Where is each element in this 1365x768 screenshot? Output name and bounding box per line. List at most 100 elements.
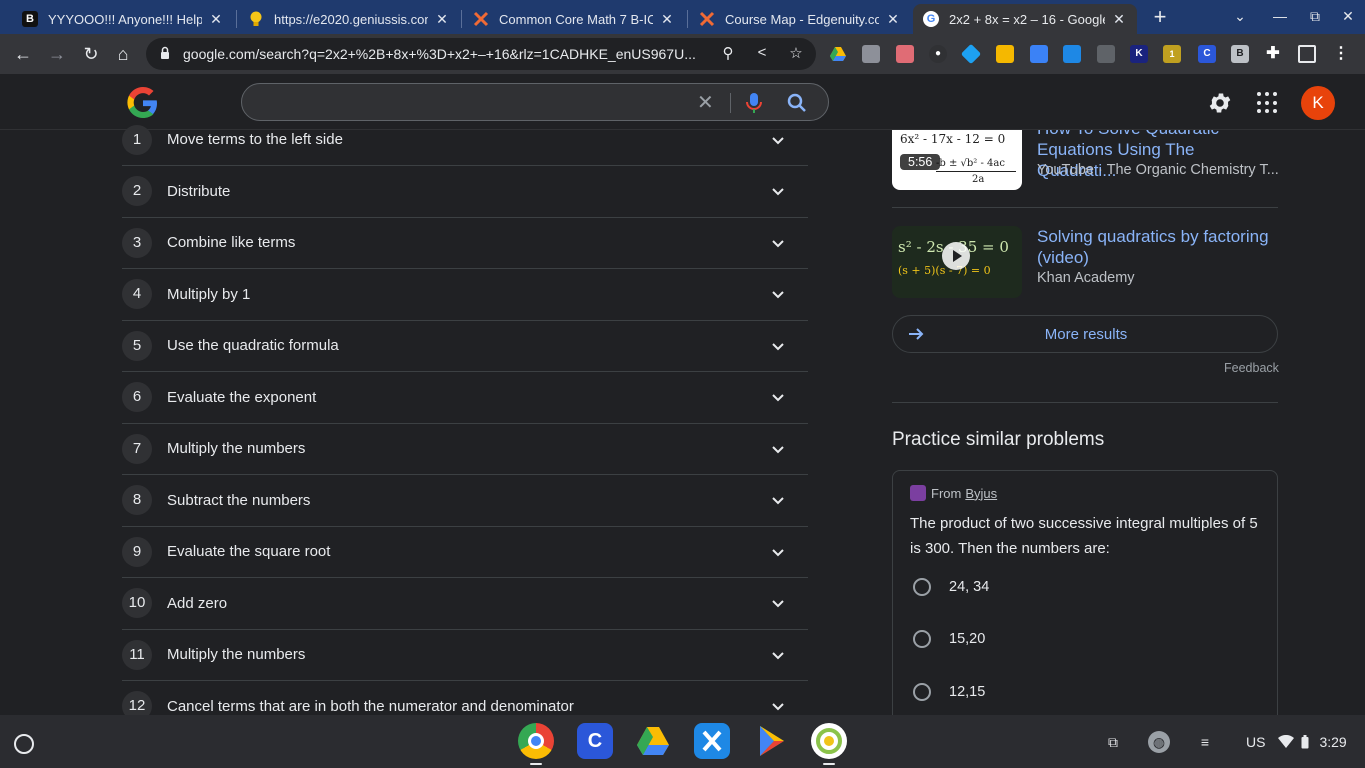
- classlink-icon[interactable]: C: [577, 723, 613, 759]
- step-row[interactable]: 9 Evaluate the square root: [122, 527, 808, 578]
- step-row[interactable]: 10 Add zero: [122, 578, 808, 630]
- extension-icon[interactable]: B: [1231, 45, 1249, 63]
- close-icon[interactable]: ✕: [434, 11, 450, 28]
- extension-icon[interactable]: [996, 45, 1014, 63]
- step-row[interactable]: 4 Multiply by 1: [122, 269, 808, 321]
- forward-arrow-icon[interactable]: →: [46, 43, 68, 65]
- step-row[interactable]: 7 Multiply the numbers: [122, 424, 808, 475]
- extension-icon[interactable]: [1030, 45, 1048, 63]
- chevron-down-icon[interactable]: [770, 595, 786, 611]
- video-title-line[interactable]: (video): [1037, 247, 1278, 268]
- video-title-line[interactable]: Solving quadratics by factoring: [1037, 226, 1278, 247]
- extension-icon[interactable]: 1: [1163, 45, 1181, 63]
- video-title[interactable]: Solving quadratics by factoring (video): [1037, 226, 1278, 268]
- address-bar[interactable]: google.com/search?q=2x2+%2B+8x+%3D+x2+–+…: [146, 38, 816, 70]
- chevron-down-icon[interactable]: [770, 286, 786, 302]
- reload-icon[interactable]: ↻: [80, 43, 102, 65]
- close-icon[interactable]: ✕: [885, 11, 901, 28]
- chevron-down-icon[interactable]: [770, 441, 786, 457]
- feedback-link[interactable]: Feedback: [1224, 361, 1279, 375]
- close-icon[interactable]: ✕: [659, 11, 675, 28]
- lock-icon[interactable]: [160, 46, 170, 60]
- qr-code-icon[interactable]: [1097, 45, 1115, 63]
- video-title-line[interactable]: How To Solve Quadratic: [1037, 130, 1278, 139]
- more-results-button[interactable]: More results: [892, 315, 1278, 353]
- status-tray[interactable]: US 3:29: [1232, 727, 1358, 757]
- play-store-icon[interactable]: [754, 723, 790, 759]
- step-row[interactable]: 1 Move terms to the left side: [122, 114, 808, 166]
- side-panel-icon[interactable]: [1298, 45, 1316, 63]
- chevron-down-icon[interactable]: [770, 235, 786, 251]
- close-icon[interactable]: ✕: [1111, 11, 1127, 28]
- play-icon[interactable]: [942, 242, 970, 270]
- video-result[interactable]: s² - 2s - 35 = 0 (s + 5)(s - 7) = 0 Solv…: [892, 226, 1278, 298]
- bookmark-star-icon[interactable]: ☆: [786, 44, 806, 62]
- share-icon[interactable]: <: [752, 44, 772, 61]
- restore-icon[interactable]: ⧉: [1305, 8, 1325, 25]
- step-row[interactable]: 2 Distribute: [122, 166, 808, 218]
- step-row[interactable]: 3 Combine like terms: [122, 218, 808, 269]
- account-avatar[interactable]: K: [1301, 86, 1335, 120]
- radio-button[interactable]: [913, 683, 931, 701]
- video-result[interactable]: 6x² - 17x - 12 = 0 -b ± √b² - 4ac 2a 5:5…: [892, 130, 1278, 192]
- back-arrow-icon[interactable]: ←: [12, 43, 34, 65]
- tab-course-map[interactable]: Course Map - Edgenuity.com ✕: [689, 4, 911, 34]
- video-thumbnail[interactable]: 6x² - 17x - 12 = 0 -b ± √b² - 4ac 2a 5:5…: [892, 130, 1022, 190]
- holding-space-icon[interactable]: ⧉: [1102, 731, 1124, 753]
- home-icon[interactable]: ⌂: [112, 43, 134, 65]
- launcher-icon[interactable]: [14, 734, 34, 754]
- step-row[interactable]: 6 Evaluate the exponent: [122, 372, 808, 424]
- step-row[interactable]: 8 Subtract the numbers: [122, 475, 808, 527]
- chevron-down-icon[interactable]: [770, 389, 786, 405]
- chevron-down-icon[interactable]: [770, 698, 786, 714]
- step-row[interactable]: 11 Multiply the numbers: [122, 630, 808, 681]
- close-icon[interactable]: ✕: [208, 11, 224, 28]
- screencast-extension-icon[interactable]: [896, 45, 914, 63]
- video-thumbnail[interactable]: s² - 2s - 35 = 0 (s + 5)(s - 7) = 0: [892, 226, 1022, 298]
- answer-option[interactable]: 24, 34: [913, 578, 989, 596]
- extension-icon[interactable]: [862, 45, 880, 63]
- google-drive-icon[interactable]: [829, 45, 847, 63]
- chevron-down-icon[interactable]: [770, 338, 786, 354]
- tab-geniussis[interactable]: https://e2020.geniussis.com ✕: [238, 4, 460, 34]
- tab-common-core[interactable]: Common Core Math 7 B-IC - ✕: [463, 4, 685, 34]
- location-pin-icon[interactable]: ⚲: [718, 44, 738, 62]
- chevron-down-icon[interactable]: [770, 544, 786, 560]
- tab-search-chevron-icon[interactable]: ⌄: [1230, 8, 1250, 25]
- extension-icon[interactable]: [1063, 45, 1081, 63]
- microphone-icon[interactable]: [744, 92, 764, 114]
- radio-button[interactable]: [913, 578, 931, 596]
- google-drive-icon[interactable]: [635, 723, 671, 759]
- step-row[interactable]: 5 Use the quadratic formula: [122, 321, 808, 372]
- tab-brainly[interactable]: B YYYOOO!!! Anyone!!! Help me ✕: [12, 4, 234, 34]
- radio-button[interactable]: [913, 630, 931, 648]
- chevron-down-icon[interactable]: [770, 492, 786, 508]
- more-vert-icon[interactable]: ⋮: [1332, 45, 1350, 63]
- search-icon[interactable]: [786, 92, 808, 114]
- puzzle-icon[interactable]: ✚: [1264, 45, 1282, 63]
- minimize-icon[interactable]: —: [1270, 8, 1290, 24]
- screencastify-icon[interactable]: [811, 723, 847, 759]
- chevron-down-icon[interactable]: [770, 647, 786, 663]
- chrome-icon[interactable]: [518, 723, 554, 759]
- answer-option[interactable]: 15,20: [913, 630, 985, 648]
- extension-icon[interactable]: C: [1198, 45, 1216, 63]
- edgenuity-app-icon[interactable]: [694, 723, 730, 759]
- google-apps-icon[interactable]: [1257, 92, 1279, 114]
- step-row[interactable]: 12 Cancel terms that are in both the num…: [122, 681, 808, 715]
- tab-google-search[interactable]: G 2x2 + 8x = x2 – 16 - Google ✕: [913, 4, 1137, 34]
- chevron-down-icon[interactable]: [770, 132, 786, 148]
- media-controls-icon[interactable]: ≡: [1194, 731, 1216, 753]
- extension-icon[interactable]: K: [1130, 45, 1148, 63]
- extension-icon[interactable]: [960, 43, 982, 65]
- source-link[interactable]: Byjus: [965, 486, 997, 501]
- clear-icon[interactable]: ✕: [697, 90, 714, 115]
- chevron-down-icon[interactable]: [770, 183, 786, 199]
- close-window-icon[interactable]: ✕: [1338, 8, 1358, 25]
- settings-gear-icon[interactable]: [1207, 90, 1233, 116]
- new-tab-button[interactable]: +: [1148, 6, 1172, 30]
- url-text[interactable]: google.com/search?q=2x2+%2B+8x+%3D+x2+–+…: [183, 46, 696, 62]
- accessibility-icon[interactable]: ◍: [1148, 731, 1170, 753]
- answer-option[interactable]: 12,15: [913, 683, 985, 701]
- extension-icon[interactable]: ●: [929, 45, 947, 63]
